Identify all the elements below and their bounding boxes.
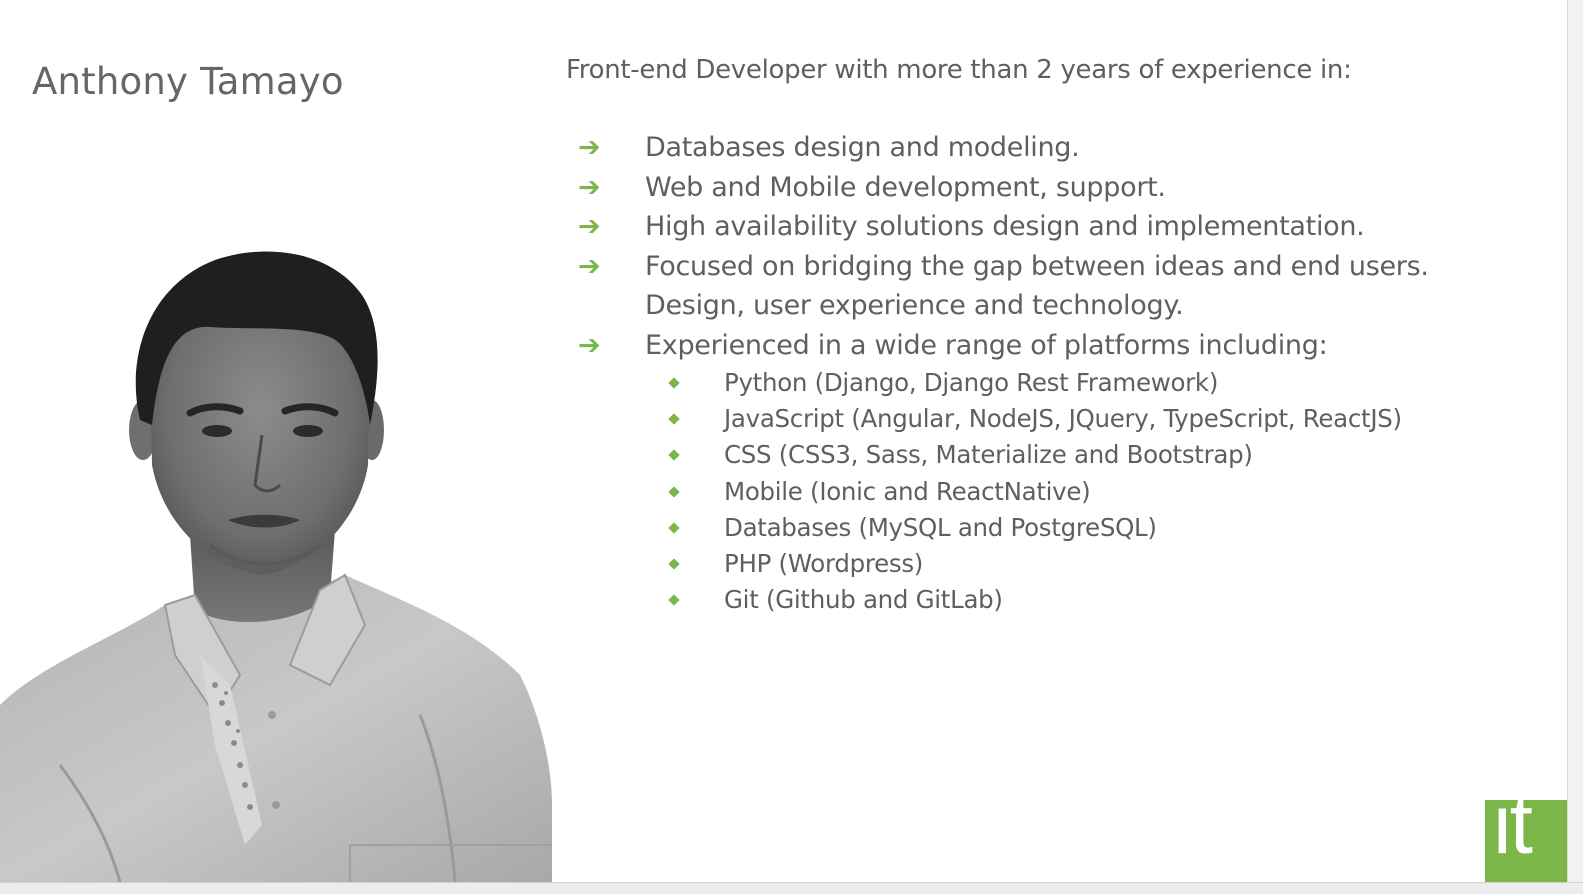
person-name: Anthony Tamayo bbox=[32, 60, 344, 103]
diamond-icon bbox=[668, 377, 680, 389]
diamond-icon bbox=[668, 558, 680, 570]
list-item-text-continued: Design, user experience and technology. bbox=[645, 290, 1184, 321]
list-item-text: Experienced in a wide range of platforms… bbox=[645, 329, 1328, 361]
list-item: ➔ Focused on bridging the gap between id… bbox=[566, 247, 1429, 326]
logo-text: it bbox=[1493, 800, 1533, 871]
platform-item: JavaScript (Angular, NodeJS, JQuery, Typ… bbox=[645, 401, 1429, 437]
platform-item: Databases (MySQL and PostgreSQL) bbox=[645, 510, 1429, 546]
arrow-right-icon: ➔ bbox=[578, 250, 601, 282]
platform-item: Python (Django, Django Rest Framework) bbox=[645, 365, 1429, 401]
diamond-icon bbox=[668, 522, 680, 534]
diamond-icon bbox=[668, 485, 680, 498]
company-logo: it bbox=[1485, 800, 1567, 882]
arrow-right-icon: ➔ bbox=[578, 211, 601, 242]
platform-item: Mobile (Ionic and ReactNative) bbox=[645, 474, 1429, 510]
platform-text: Databases (MySQL and PostgreSQL) bbox=[724, 512, 1157, 542]
list-item-text: High availability solutions design and i… bbox=[645, 211, 1365, 242]
platform-item: Git (Github and GitLab) bbox=[645, 582, 1429, 618]
platform-text: JavaScript (Angular, NodeJS, JQuery, Typ… bbox=[724, 404, 1402, 434]
platform-text: PHP (Wordpress) bbox=[724, 549, 924, 579]
list-item: ➔ High availability solutions design and… bbox=[566, 207, 1429, 247]
window-edge-right bbox=[1567, 0, 1583, 894]
list-item-text: Focused on bridging the gap between idea… bbox=[645, 250, 1429, 282]
list-item: ➔ Experienced in a wide range of platfor… bbox=[566, 326, 1429, 619]
intro-text: Front-end Developer with more than 2 yea… bbox=[566, 55, 1352, 85]
platform-text: Git (Github and GitLab) bbox=[724, 585, 1003, 615]
window-edge-bottom bbox=[0, 882, 1583, 894]
platform-text: Python (Django, Django Rest Framework) bbox=[724, 368, 1219, 397]
list-item: ➔ Databases design and modeling. bbox=[566, 128, 1429, 168]
list-item: ➔ Web and Mobile development, support. bbox=[566, 168, 1429, 208]
portrait-photo bbox=[0, 251, 552, 882]
arrow-right-icon: ➔ bbox=[578, 171, 601, 203]
platform-text: CSS (CSS3, Sass, Materialize and Bootstr… bbox=[724, 440, 1253, 470]
experience-list: ➔ Databases design and modeling. ➔ Web a… bbox=[566, 128, 1429, 618]
platform-item: CSS (CSS3, Sass, Materialize and Bootstr… bbox=[645, 437, 1429, 473]
platforms-list: Python (Django, Django Rest Framework) J… bbox=[645, 365, 1429, 618]
slide: Anthony Tamayo Front-end Developer with … bbox=[0, 0, 1567, 882]
arrow-right-icon: ➔ bbox=[578, 132, 601, 163]
list-item-text: Web and Mobile development, support. bbox=[645, 171, 1166, 203]
diamond-icon bbox=[668, 449, 680, 462]
platform-item: PHP (Wordpress) bbox=[645, 546, 1429, 582]
platform-text: Mobile (Ionic and ReactNative) bbox=[724, 476, 1091, 506]
diamond-icon bbox=[668, 594, 680, 606]
list-item-text: Databases design and modeling. bbox=[645, 132, 1080, 163]
arrow-right-icon: ➔ bbox=[578, 329, 601, 361]
diamond-icon bbox=[668, 413, 680, 425]
